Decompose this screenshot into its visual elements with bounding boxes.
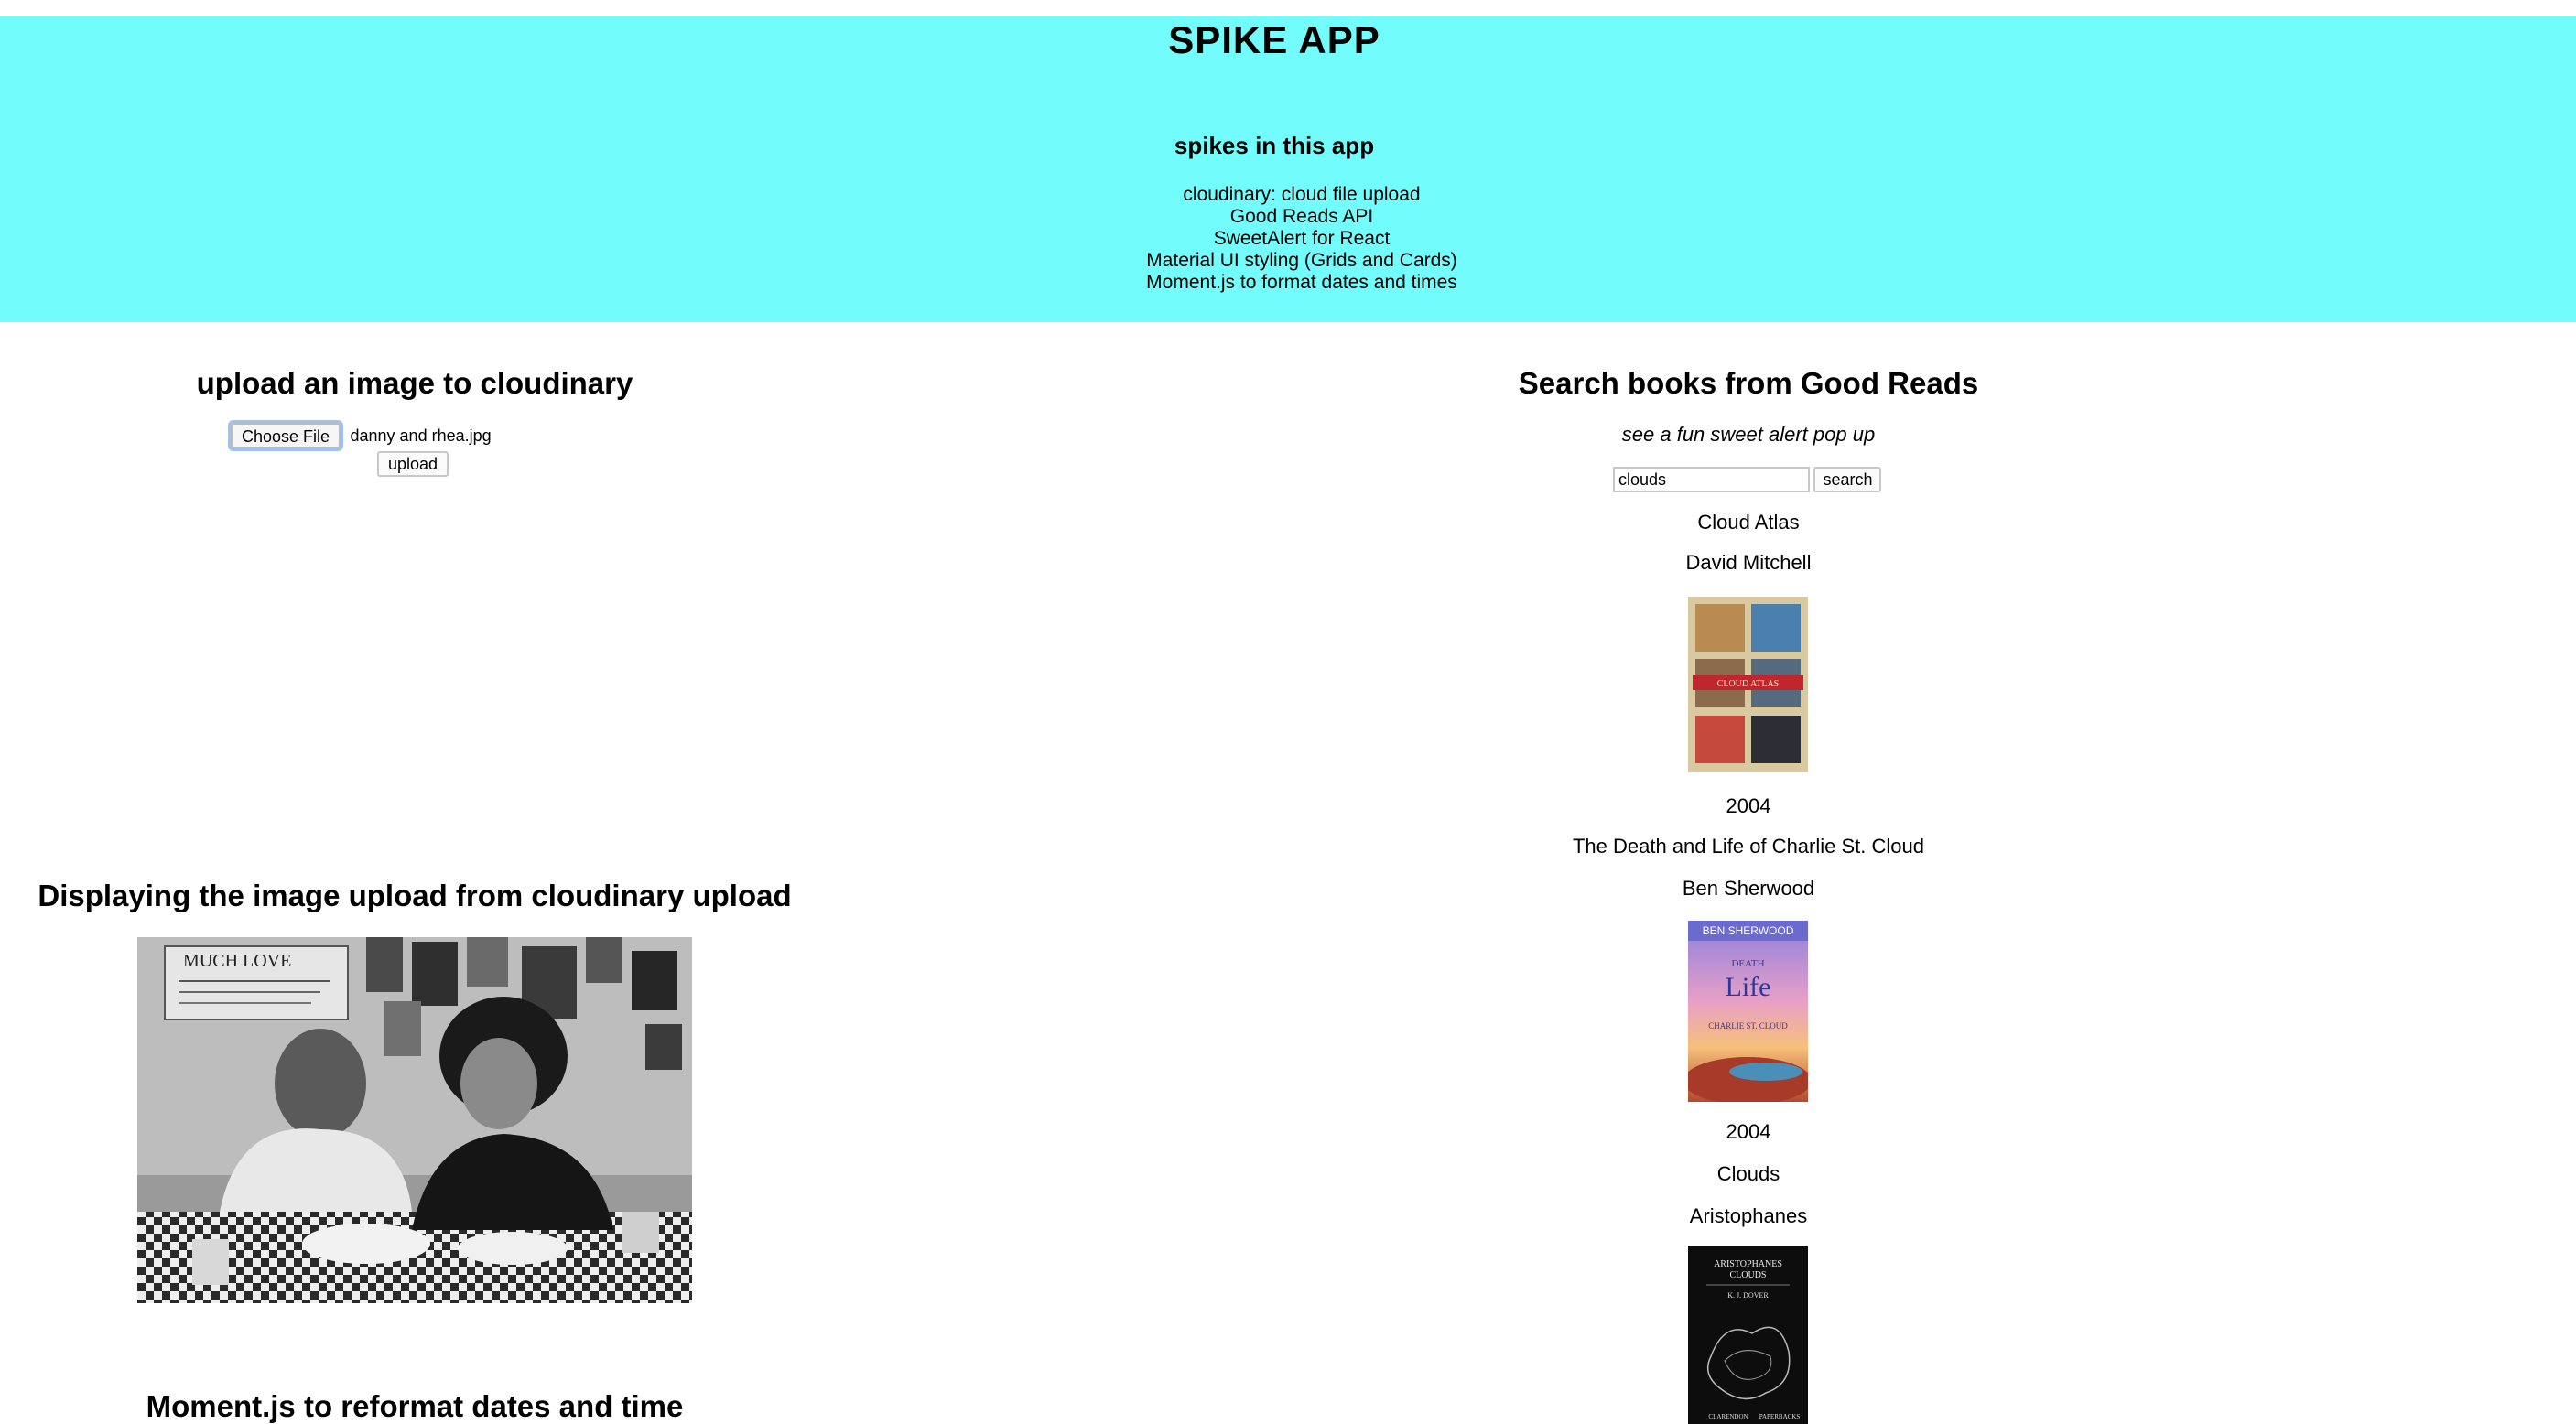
cover-text: CLARENDON: [1708, 1413, 1748, 1420]
search-button[interactable]: search: [1813, 467, 1882, 492]
cover-text: PAPERBACKS: [1759, 1413, 1801, 1420]
uploaded-photo: MUCH LOVE: [137, 937, 692, 1303]
cover-text: CHARLIE ST. CLOUD: [1708, 1021, 1788, 1030]
book-author: David Mitchell: [1685, 551, 1812, 574]
cover-text: BEN SHERWOOD: [1703, 924, 1794, 937]
moment-title: Moment.js to reformat dates and time: [146, 1389, 684, 1423]
upload-button[interactable]: upload: [377, 451, 449, 477]
book-cover[interactable]: ARISTOPHANES CLOUDS K. J. DOVER CLARENDO…: [1688, 1246, 1808, 1424]
book-title: Clouds: [1716, 1162, 1780, 1185]
spikes-list: cloudinary: cloud file upload Good Reads…: [0, 184, 2576, 294]
book-year: 2004: [1726, 1120, 1771, 1143]
book-title: The Death and Life of Charlie St. Cloud: [1572, 835, 1924, 858]
app-title: SPIKE APP: [1168, 18, 1380, 61]
cover-text: ARISTOPHANES: [1714, 1259, 1782, 1269]
display-title: Displaying the image upload from cloudin…: [38, 879, 792, 912]
search-subtitle: see a fun sweet alert pop up: [1621, 423, 1876, 446]
choose-file-button[interactable]: Choose File: [227, 420, 344, 451]
top-strip: [0, 0, 2576, 16]
photo-sign-text: MUCH LOVE: [183, 951, 291, 971]
app-header: SPIKE APP spikes in this app cloudinary:…: [0, 16, 2576, 322]
search-input[interactable]: [1613, 467, 1810, 492]
spike-item: SweetAlert for React: [1213, 228, 1391, 249]
spike-item: cloudinary: cloud file upload: [1183, 184, 1421, 205]
book-year: 2004: [1726, 794, 1771, 817]
selected-file-name: danny and rhea.jpg: [350, 426, 492, 445]
spikes-heading: spikes in this app: [1174, 132, 1375, 159]
book-title: Cloud Atlas: [1697, 511, 1800, 534]
spike-item: Moment.js to format dates and times: [1146, 272, 1457, 293]
cover-text: K. J. DOVER: [1727, 1291, 1769, 1300]
cover-text: CLOUD ATLAS: [1717, 679, 1780, 689]
book-cover[interactable]: BEN SHERWOOD DEATH Life CHARLIE ST. CLOU…: [1688, 921, 1808, 1102]
upload-title: upload an image to cloudinary: [196, 366, 633, 400]
cover-text: CLOUDS: [1729, 1270, 1766, 1280]
file-input[interactable]: Choose File danny and rhea.jpg: [227, 420, 492, 451]
spike-item: Good Reads API: [1229, 206, 1374, 227]
spike-item: Material UI styling (Grids and Cards): [1146, 250, 1457, 271]
cover-text: Life: [1726, 972, 1771, 1002]
book-author: Ben Sherwood: [1682, 877, 1815, 900]
search-title: Search books from Good Reads: [1518, 366, 1979, 400]
search-section: Search books from Good Reads see a fun s…: [1434, 322, 2063, 1424]
cover-text: DEATH: [1731, 958, 1764, 969]
book-cover[interactable]: CLOUD ATLAS: [1688, 597, 1808, 772]
search-row: search: [1613, 467, 1882, 492]
book-author: Aristophanes: [1689, 1204, 1808, 1227]
upload-section: upload an image to cloudinary Choose Fil…: [0, 322, 829, 1424]
